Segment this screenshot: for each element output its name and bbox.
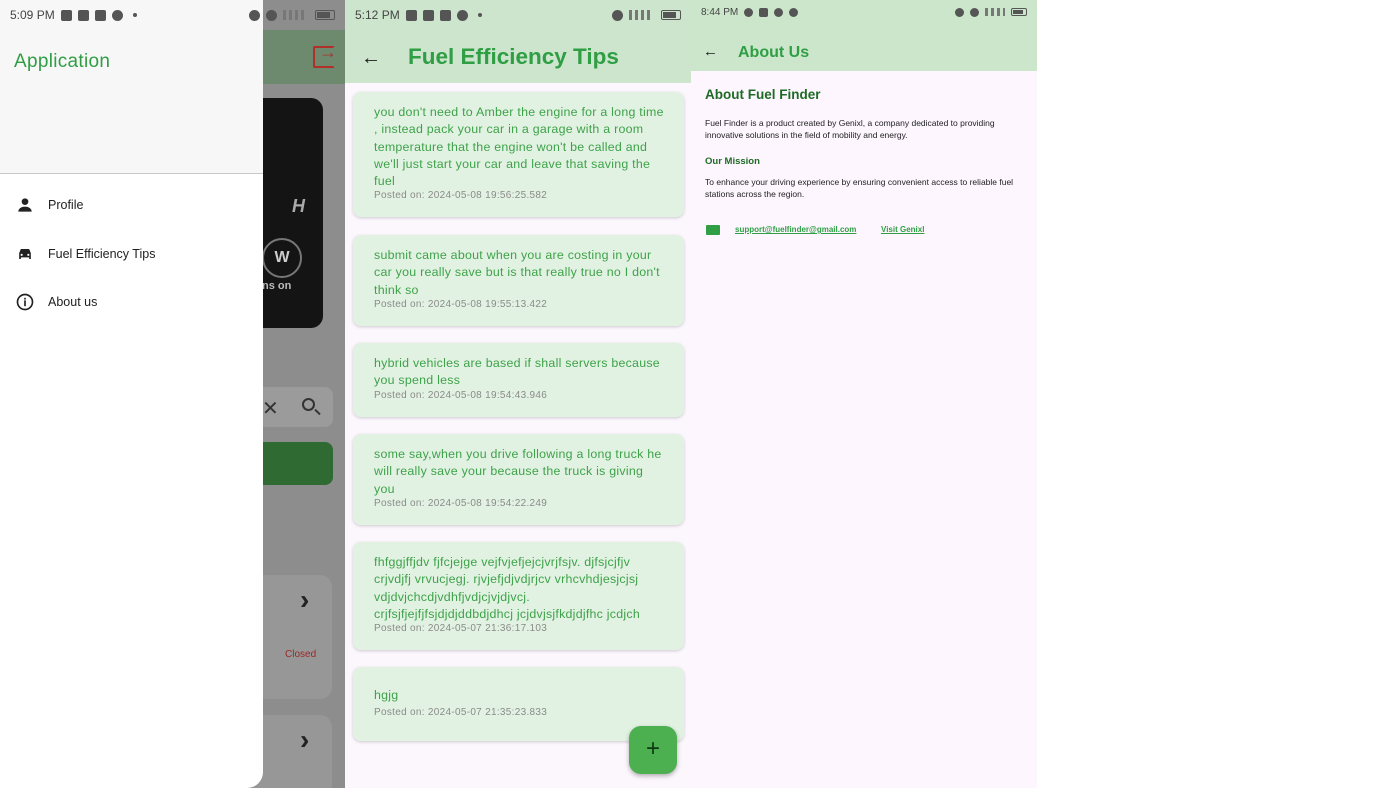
clear-icon[interactable]: ✕ <box>262 396 279 421</box>
whatsapp-icon <box>744 7 754 17</box>
status-closed: Closed <box>285 649 317 660</box>
tip-text: fhfggjffjdv fjfcjejge vejfvjefjejcjvrjfs… <box>374 555 640 621</box>
back-arrow-icon[interactable]: ← <box>361 47 381 70</box>
more-notifications-icon <box>477 13 482 17</box>
cloud-icon <box>789 7 799 17</box>
linkedin-icon <box>439 9 451 21</box>
status-time: 5:09 PM <box>10 8 55 22</box>
drawer-item-profile[interactable]: Profile <box>0 183 263 227</box>
tiktok-icon <box>422 9 434 21</box>
dashboard-w-text: W <box>262 238 302 278</box>
chevron-right-icon[interactable]: › <box>300 584 309 616</box>
tip-text: some say,when you drive following a long… <box>374 447 662 496</box>
tip-date: Posted on: 2024-05-08 19:54:43.946 <box>374 389 548 401</box>
app-icon <box>774 7 784 17</box>
status-time: 8:44 PM <box>701 6 739 18</box>
tip-date: Posted on: 2024-05-07 21:35:23.833 <box>374 707 548 719</box>
add-tip-button[interactable]: + <box>629 726 677 774</box>
navigation-drawer: 5:09 PM Application Profile Fuel Efficie… <box>0 0 263 788</box>
drawer-item-label: About us <box>48 295 98 309</box>
about-intro: Fuel Finder is a product created by Geni… <box>705 118 995 141</box>
location-icon <box>955 7 964 17</box>
app-bar: 8:44 PM ← About Us <box>691 0 1037 71</box>
tip-date: Posted on: 2024-05-08 19:54:22.249 <box>374 497 548 509</box>
visit-genixl-link[interactable]: Visit Genixl <box>881 225 924 234</box>
status-time: 5:12 PM <box>355 8 400 22</box>
page-title: About Us <box>738 44 810 61</box>
tip-card[interactable]: submit came about when you are costing i… <box>353 235 684 326</box>
tip-card[interactable]: some say,when you drive following a long… <box>353 434 684 525</box>
alarm-icon <box>612 9 623 21</box>
logout-icon[interactable] <box>313 42 337 68</box>
tip-text: hybrid vehicles are based if shall serve… <box>374 356 660 388</box>
empty-area <box>1037 0 1400 788</box>
fuel-tips-screen: 5:12 PM ← Fuel Efficiency Tips you don't… <box>345 0 691 788</box>
notification-icon <box>405 9 417 21</box>
status-bar: 8:44 PM <box>691 0 1037 24</box>
drawer-item-label: Profile <box>48 198 84 212</box>
alarm-icon <box>266 9 277 21</box>
youtube-icon <box>759 7 769 17</box>
tip-date: Posted on: 2024-05-07 21:36:17.103 <box>374 623 548 635</box>
more-notifications-icon <box>132 13 137 17</box>
tip-card[interactable]: you don't need to Amber the engine for a… <box>353 92 684 217</box>
tip-card[interactable]: hybrid vehicles are based if shall serve… <box>353 343 684 417</box>
shield-icon <box>456 9 468 21</box>
info-icon <box>16 293 34 311</box>
tip-text: you don't need to Amber the engine for a… <box>374 105 664 189</box>
about-screen: 8:44 PM ← About Us About Fuel Finder Fue… <box>691 0 1037 788</box>
battery-icon <box>661 10 681 20</box>
back-arrow-icon[interactable]: ← <box>703 43 718 60</box>
about-heading: About Fuel Finder <box>705 87 821 102</box>
signal-icon <box>283 10 309 20</box>
mission-heading: Our Mission <box>705 156 760 167</box>
signal-icon <box>985 8 1005 16</box>
app-bar: 5:12 PM ← Fuel Efficiency Tips <box>345 0 691 83</box>
alarm-icon <box>970 7 979 17</box>
status-bar: 5:12 PM <box>345 0 691 30</box>
mail-icon <box>706 225 720 235</box>
status-bar-right <box>222 0 345 30</box>
drawer-item-about[interactable]: About us <box>0 280 263 324</box>
search-icon[interactable] <box>302 398 315 411</box>
notification-icon <box>60 9 72 21</box>
person-icon <box>18 198 32 212</box>
drawer-item-label: Fuel Efficiency Tips <box>48 247 156 261</box>
drawer-title: Application <box>14 51 111 72</box>
shield-icon <box>111 9 123 21</box>
linkedin-icon <box>94 9 106 21</box>
email-link[interactable]: support@fuelfinder@gmail.com <box>735 225 856 234</box>
drawer-item-fuel-tips[interactable]: Fuel Efficiency Tips <box>0 232 263 276</box>
car-icon <box>19 249 31 259</box>
dashboard-h-text: H <box>292 196 305 216</box>
dashboard-on-text: ns on <box>262 280 292 292</box>
mission-text: To enhance your driving experience by en… <box>705 177 1014 200</box>
page-title: Fuel Efficiency Tips <box>408 44 619 69</box>
tip-card[interactable]: fhfggjffjdv fjfcjejge vejfvjefjejcjvrjfs… <box>353 542 684 650</box>
signal-icon <box>629 10 655 20</box>
location-icon <box>249 9 260 21</box>
tip-text: submit came about when you are costing i… <box>374 248 660 297</box>
tip-text: hgjg <box>374 688 399 702</box>
drawer-screen: H W ns on ✕ › Closed › 5:09 PM Applicati… <box>0 0 345 788</box>
chevron-right-icon[interactable]: › <box>300 724 309 756</box>
tip-date: Posted on: 2024-05-08 19:56:25.582 <box>374 190 548 202</box>
battery-icon <box>1011 8 1027 16</box>
tiktok-icon <box>77 9 89 21</box>
battery-icon <box>315 10 335 20</box>
tip-date: Posted on: 2024-05-08 19:55:13.422 <box>374 298 548 310</box>
